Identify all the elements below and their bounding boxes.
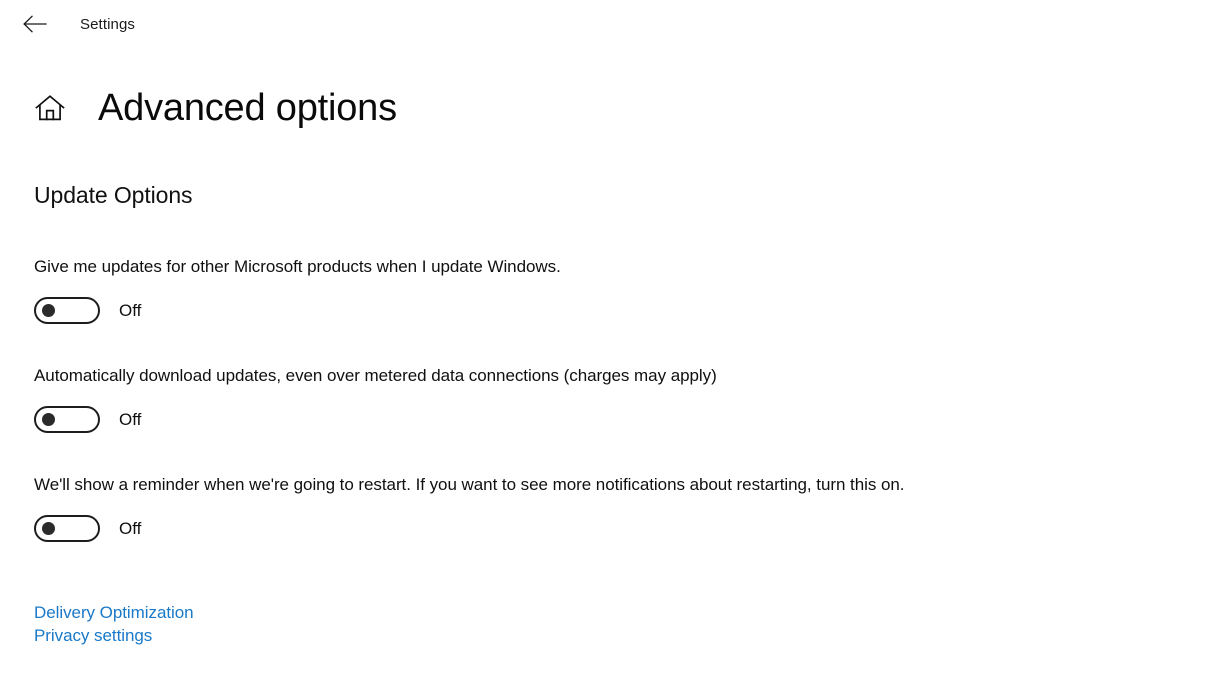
toggle-state-label: Off — [119, 410, 142, 429]
toggle-row: Off — [34, 406, 1214, 433]
link-privacy-settings[interactable]: Privacy settings — [34, 624, 152, 647]
toggle-state-label: Off — [119, 301, 142, 320]
title-bar: Settings — [0, 0, 1224, 48]
toggle-knob — [42, 304, 55, 317]
page-header: Advanced options — [0, 78, 397, 138]
toggle-knob — [42, 522, 55, 535]
section-heading-update-options: Update Options — [34, 182, 193, 208]
home-icon — [35, 94, 65, 122]
toggle-metered-connections[interactable] — [34, 406, 100, 433]
page-title: Advanced options — [98, 87, 397, 129]
back-button[interactable] — [12, 8, 58, 40]
arrow-left-icon — [23, 15, 47, 33]
main-content: Update Options Give me updates for other… — [34, 180, 1214, 647]
toggle-state-label: Off — [119, 519, 142, 538]
option-label: Give me updates for other Microsoft prod… — [34, 257, 561, 276]
option-metered-connections: Automatically download updates, even ove… — [34, 364, 1214, 433]
toggle-row: Off — [34, 515, 1214, 542]
links-section: Delivery Optimization Privacy settings — [34, 601, 1214, 647]
option-microsoft-products: Give me updates for other Microsoft prod… — [34, 255, 1214, 324]
option-restart-reminder: We'll show a reminder when we're going t… — [34, 473, 1214, 542]
option-label: Automatically download updates, even ove… — [34, 366, 717, 385]
option-label: We'll show a reminder when we're going t… — [34, 475, 905, 494]
toggle-row: Off — [34, 297, 1214, 324]
toggle-restart-reminder[interactable] — [34, 515, 100, 542]
link-delivery-optimization[interactable]: Delivery Optimization — [34, 601, 194, 624]
home-button[interactable] — [28, 86, 72, 130]
toggle-knob — [42, 413, 55, 426]
toggle-microsoft-products[interactable] — [34, 297, 100, 324]
window-title: Settings — [80, 15, 135, 33]
